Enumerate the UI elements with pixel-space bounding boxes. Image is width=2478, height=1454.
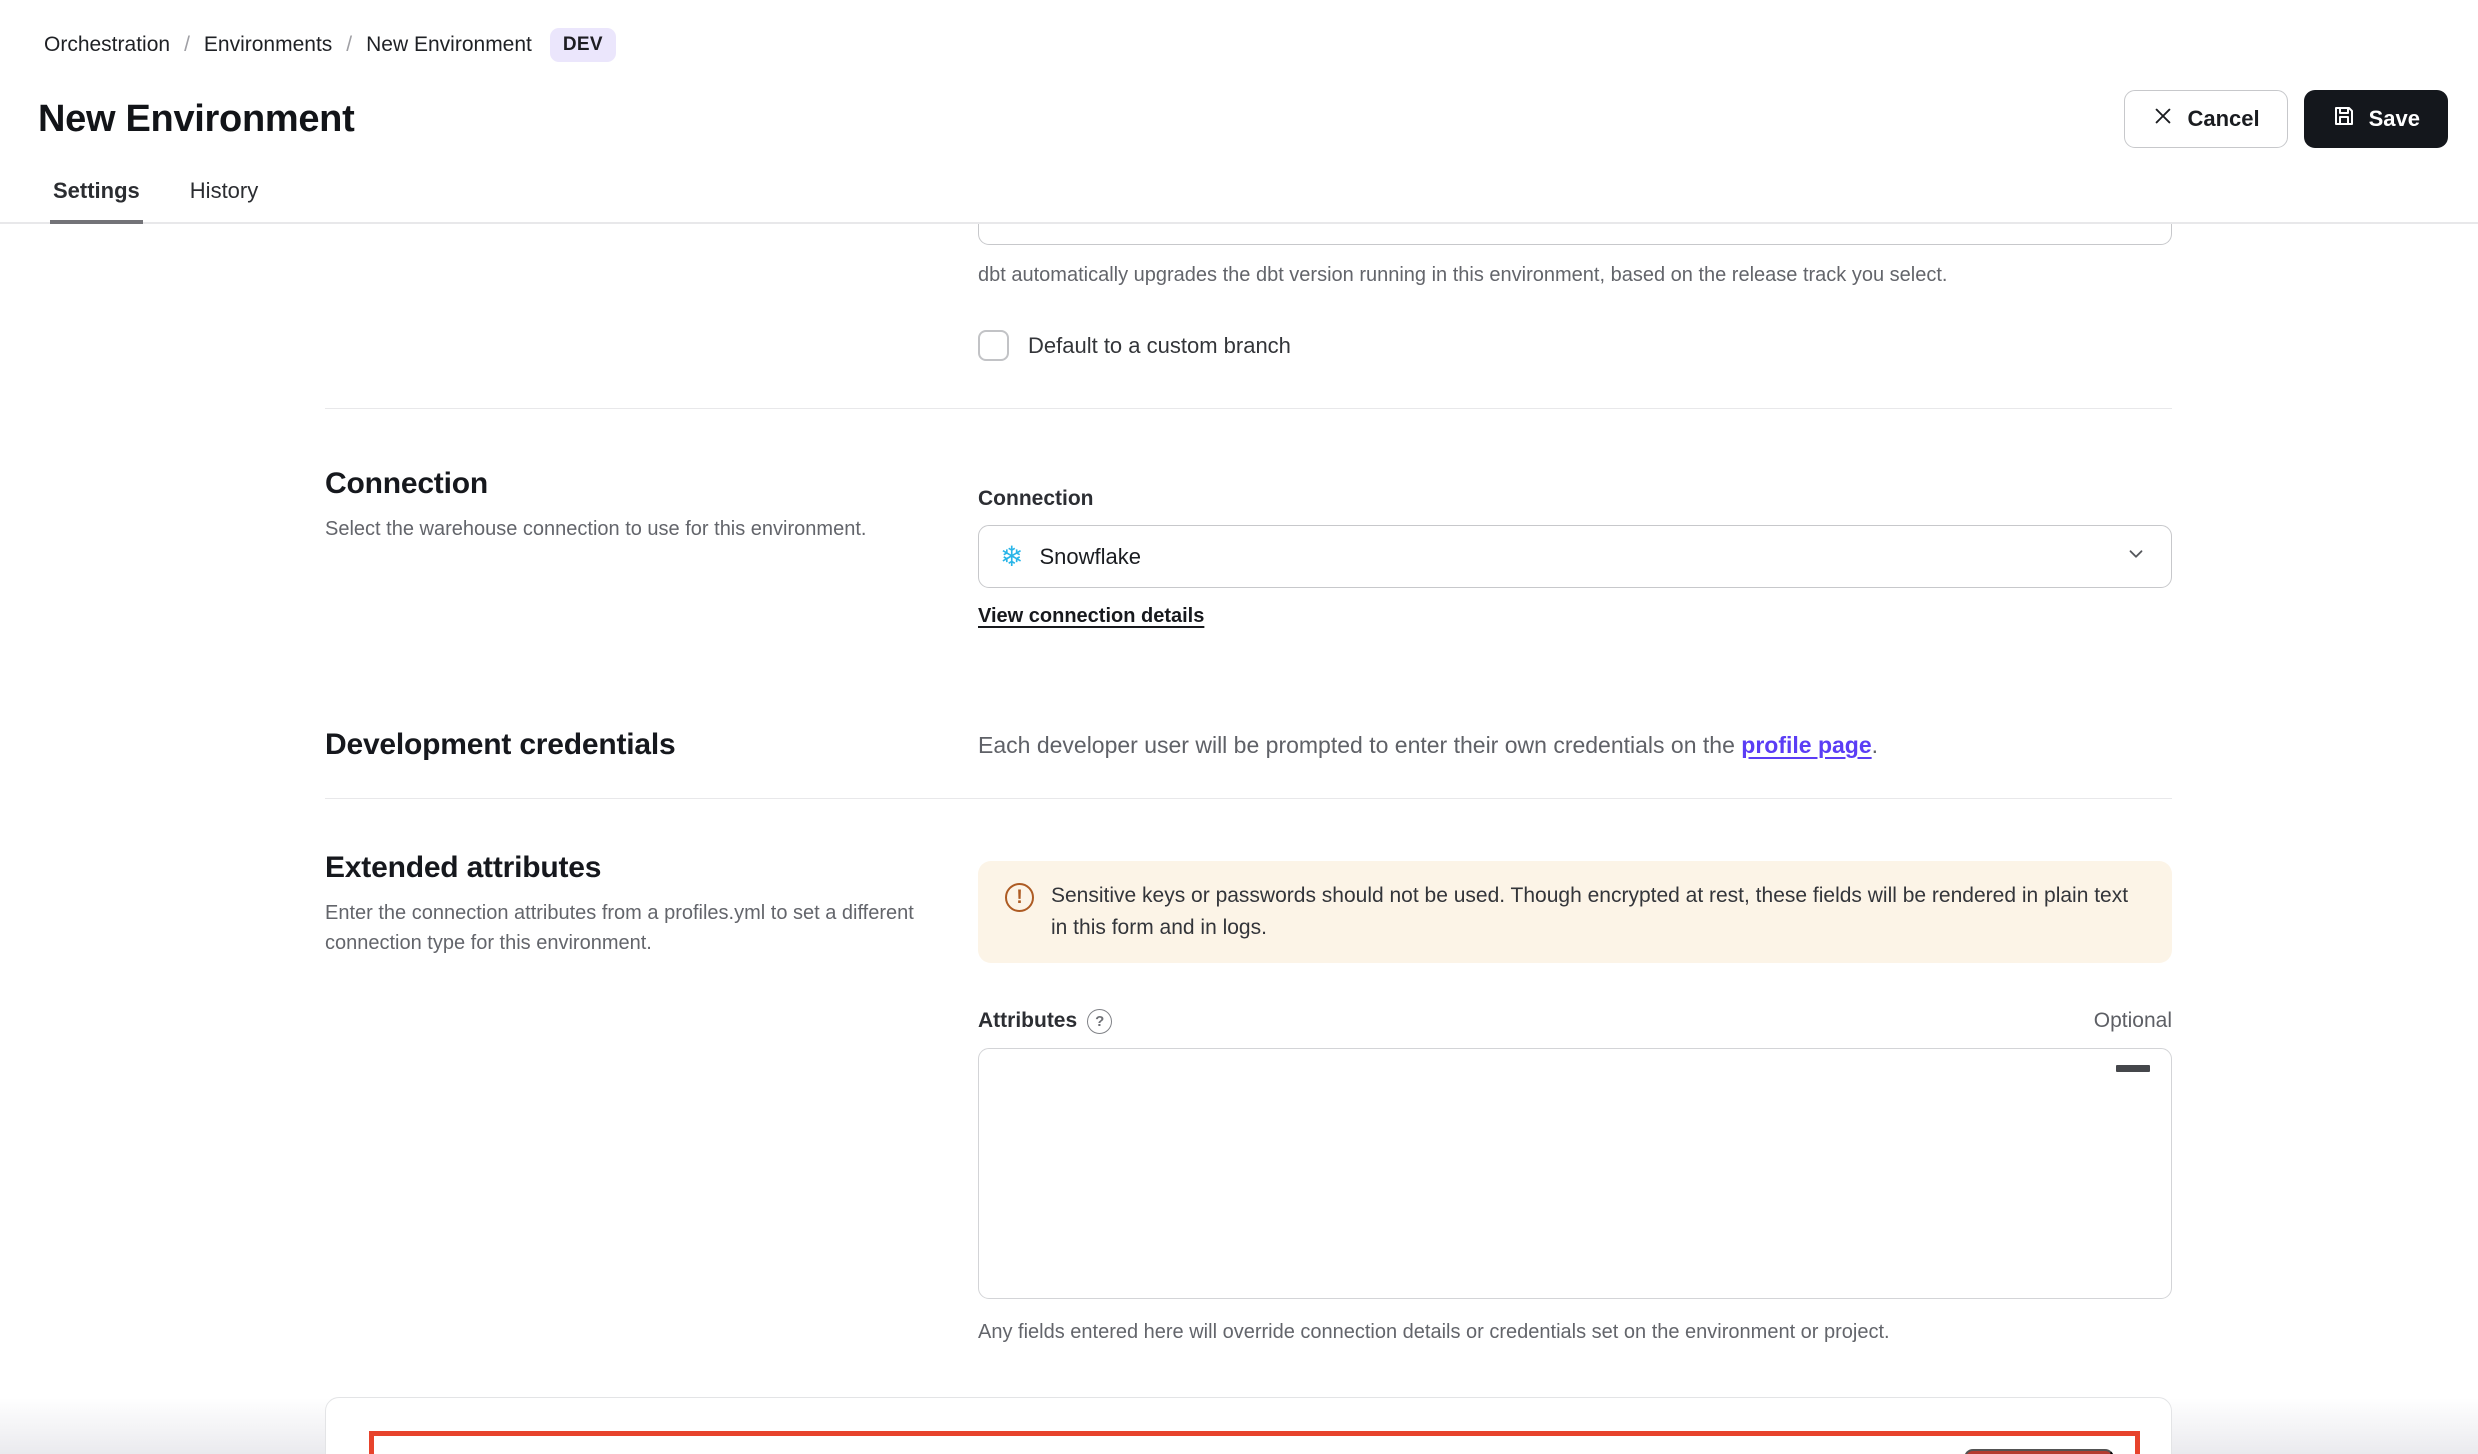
tab-history[interactable]: History bbox=[187, 178, 261, 224]
attributes-label: Attributes bbox=[978, 1009, 1077, 1033]
header-actions: Cancel Save bbox=[2124, 90, 2448, 148]
extended-attributes-description: Enter the connection attributes from a p… bbox=[325, 898, 925, 958]
save-button-label: Save bbox=[2369, 106, 2420, 132]
connection-description: Select the warehouse connection to use f… bbox=[325, 514, 925, 544]
delete-highlight-box: Click the button below to delete this en… bbox=[369, 1431, 2140, 1454]
view-connection-details-link[interactable]: View connection details bbox=[978, 605, 1204, 628]
snowflake-icon: ❄ bbox=[1000, 543, 1023, 571]
connection-selected-value: Snowflake bbox=[1039, 544, 2125, 570]
close-icon bbox=[2152, 105, 2174, 133]
warning-text: Sensitive keys or passwords should not b… bbox=[1051, 880, 2145, 944]
tab-settings[interactable]: Settings bbox=[50, 178, 143, 224]
attributes-helper: Any fields entered here will override co… bbox=[978, 1317, 2172, 1347]
connection-field-label: Connection bbox=[978, 487, 2172, 511]
custom-branch-label: Default to a custom branch bbox=[1028, 333, 1291, 359]
development-credentials-section: Development credentials Each developer u… bbox=[325, 700, 2172, 798]
profile-page-link[interactable]: profile page bbox=[1741, 732, 1871, 758]
attributes-editor[interactable] bbox=[978, 1048, 2172, 1299]
cancel-button[interactable]: Cancel bbox=[2124, 90, 2287, 148]
page-header: New Environment Cancel Save bbox=[0, 90, 2478, 148]
tab-bar: Settings History bbox=[0, 178, 2478, 224]
sensitive-keys-warning-banner: ! Sensitive keys or passwords should not… bbox=[978, 861, 2172, 963]
collapse-minus-icon[interactable] bbox=[2116, 1065, 2150, 1072]
extended-attributes-heading: Extended attributes bbox=[325, 851, 978, 885]
release-track-select-partial[interactable] bbox=[978, 224, 2172, 245]
save-floppy-icon bbox=[2332, 104, 2356, 134]
attributes-label-row: Attributes ? Optional bbox=[978, 1009, 2172, 1034]
development-credentials-description: Each developer user will be prompted to … bbox=[978, 732, 2172, 759]
danger-zone-card: Click the button below to delete this en… bbox=[325, 1397, 2172, 1454]
custom-branch-row: Default to a custom branch bbox=[978, 330, 2172, 361]
connection-section: Connection Select the warehouse connecti… bbox=[325, 409, 2172, 700]
help-icon[interactable]: ? bbox=[1087, 1009, 1112, 1034]
extended-attributes-section: Extended attributes Enter the connection… bbox=[325, 799, 2172, 1347]
delete-button[interactable]: Delete bbox=[1964, 1449, 2114, 1454]
chevron-down-icon bbox=[2125, 543, 2147, 570]
warning-icon: ! bbox=[1005, 883, 1034, 912]
page-title: New Environment bbox=[38, 98, 354, 141]
optional-label: Optional bbox=[2094, 1009, 2172, 1033]
breadcrumb-separator: / bbox=[346, 33, 352, 57]
development-credentials-heading: Development credentials bbox=[325, 728, 978, 762]
breadcrumb-separator: / bbox=[184, 33, 190, 57]
cancel-button-label: Cancel bbox=[2187, 106, 2259, 132]
release-track-helper: dbt automatically upgrades the dbt versi… bbox=[978, 260, 2172, 290]
breadcrumb-new-environment[interactable]: New Environment bbox=[366, 33, 532, 57]
env-dev-badge: DEV bbox=[550, 28, 616, 62]
release-track-section: dbt automatically upgrades the dbt versi… bbox=[325, 224, 2172, 408]
topbar: Orchestration / Environments / New Envir… bbox=[0, 0, 2478, 62]
connection-select[interactable]: ❄ Snowflake bbox=[978, 525, 2172, 588]
devcred-text: Each developer user will be prompted to … bbox=[978, 732, 1741, 758]
breadcrumb: Orchestration / Environments / New Envir… bbox=[44, 28, 2438, 62]
devcred-text-suffix: . bbox=[1872, 732, 1878, 758]
new-environment-page: Orchestration / Environments / New Envir… bbox=[0, 0, 2478, 1454]
connection-heading: Connection bbox=[325, 467, 978, 501]
save-button[interactable]: Save bbox=[2304, 90, 2448, 148]
custom-branch-checkbox[interactable] bbox=[978, 330, 1009, 361]
breadcrumb-orchestration[interactable]: Orchestration bbox=[44, 33, 170, 57]
breadcrumb-environments[interactable]: Environments bbox=[204, 33, 332, 57]
